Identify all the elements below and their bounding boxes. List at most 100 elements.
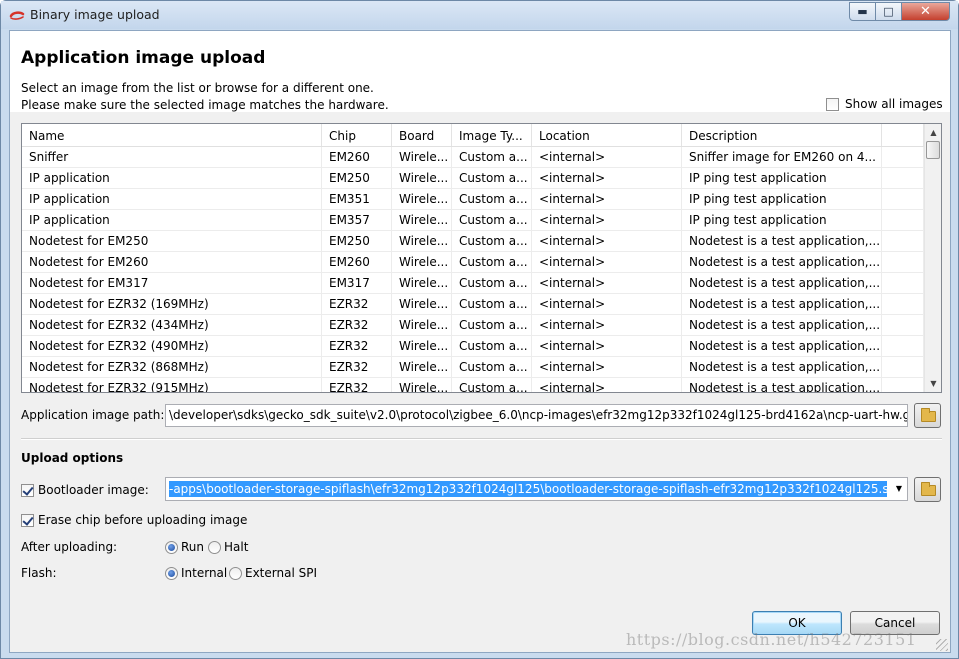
cell-location: <internal> xyxy=(532,315,682,335)
run-radio-button[interactable] xyxy=(165,540,178,554)
cell-description: Sniffer image for EM260 on 4... xyxy=(682,147,882,167)
cell-description: Nodetest is a test application,... xyxy=(682,315,882,335)
column-header-board[interactable]: Board xyxy=(392,124,452,146)
image-table[interactable]: Name Chip Board Image Ty... Location Des… xyxy=(21,123,942,393)
cell-description: Nodetest is a test application,... xyxy=(682,252,882,272)
title-bar[interactable]: Binary image upload ▬ □ ✕ xyxy=(1,1,958,29)
dialog-body: Application image upload Select an image… xyxy=(9,30,951,653)
erase-chip-checkbox[interactable]: Erase chip before uploading image xyxy=(21,513,247,527)
maximize-icon: □ xyxy=(883,5,894,18)
bootloader-image-value[interactable]: -apps\bootloader-storage-spiflash\efr32m… xyxy=(169,481,887,497)
erase-chip-label: Erase chip before uploading image xyxy=(38,513,248,527)
cell-filler xyxy=(882,294,924,314)
cell-location: <internal> xyxy=(532,189,682,209)
scroll-down-arrow-icon[interactable]: ▼ xyxy=(925,375,941,392)
halt-radio[interactable]: Halt xyxy=(208,540,248,554)
cell-image-type: Custom a... xyxy=(452,189,532,209)
table-header: Name Chip Board Image Ty... Location Des… xyxy=(22,124,924,147)
after-uploading-label: After uploading: xyxy=(21,540,118,554)
bootloader-image-combo[interactable]: -apps\bootloader-storage-spiflash\efr32m… xyxy=(165,477,908,501)
column-header-chip[interactable]: Chip xyxy=(322,124,392,146)
scroll-thumb[interactable] xyxy=(926,141,940,159)
table-row[interactable]: IP application EM250 Wirele... Custom a... <… xyxy=(22,168,924,189)
section-divider xyxy=(21,438,942,440)
cell-name: Nodetest for EZR32 (915MHz) xyxy=(22,378,322,392)
cell-filler xyxy=(882,357,924,377)
cell-description: Nodetest is a test application,... xyxy=(682,273,882,293)
resize-grip-icon[interactable] xyxy=(936,639,948,651)
internal-radio-button[interactable] xyxy=(165,566,178,580)
cell-board: Wirele... xyxy=(392,294,452,314)
cell-image-type: Custom a... xyxy=(452,315,532,335)
external-spi-radio-button[interactable] xyxy=(229,566,242,580)
table-row[interactable]: Nodetest for EM250 EM250 Wirele... Custom a… xyxy=(22,231,924,252)
internal-flash-radio[interactable]: Internal xyxy=(165,566,227,580)
cell-description: IP ping test application xyxy=(682,189,882,209)
cell-filler xyxy=(882,189,924,209)
window-title: Binary image upload xyxy=(30,7,160,22)
erase-chip-checkbox-box[interactable] xyxy=(21,513,34,527)
cell-location: <internal> xyxy=(532,252,682,272)
cell-description: Nodetest is a test application,... xyxy=(682,357,882,377)
close-button[interactable]: ✕ xyxy=(901,2,950,21)
minimize-button[interactable]: ▬ xyxy=(849,2,876,21)
column-header-image-type[interactable]: Image Ty... xyxy=(452,124,532,146)
table-row[interactable]: Nodetest for EZR32 (915MHz) EZR32 Wirele..… xyxy=(22,378,924,392)
cell-board: Wirele... xyxy=(392,336,452,356)
cell-image-type: Custom a... xyxy=(452,357,532,377)
table-row[interactable]: Sniffer EM260 Wirele... Custom a... <interna… xyxy=(22,147,924,168)
cell-location: <internal> xyxy=(532,273,682,293)
cell-chip: EM250 xyxy=(322,231,392,251)
application-image-path-input[interactable]: \developer\sdks\gecko_sdk_suite\v2.0\pro… xyxy=(165,404,908,427)
cell-image-type: Custom a... xyxy=(452,378,532,392)
cell-location: <internal> xyxy=(532,147,682,167)
column-header-name[interactable]: Name xyxy=(22,124,322,146)
table-row[interactable]: IP application EM357 Wirele... Custom a... <… xyxy=(22,210,924,231)
cell-location: <internal> xyxy=(532,231,682,251)
show-all-checkbox-box[interactable] xyxy=(826,97,839,111)
description-line-1: Select an image from the list or browse … xyxy=(21,81,374,95)
cell-location: <internal> xyxy=(532,294,682,314)
cell-chip: EM260 xyxy=(322,252,392,272)
maximize-button[interactable]: □ xyxy=(875,2,902,21)
cell-chip: EZR32 xyxy=(322,336,392,356)
chevron-down-icon[interactable]: ▼ xyxy=(891,480,907,498)
cell-description: IP ping test application xyxy=(682,168,882,188)
cell-name: Nodetest for EZR32 (169MHz) xyxy=(22,294,322,314)
table-row[interactable]: Nodetest for EZR32 (868MHz) EZR32 Wirele..… xyxy=(22,357,924,378)
external-spi-radio[interactable]: External SPI xyxy=(229,566,317,580)
cell-image-type: Custom a... xyxy=(452,294,532,314)
scroll-up-arrow-icon[interactable]: ▲ xyxy=(925,124,941,141)
bootloader-image-checkbox[interactable]: Bootloader image: xyxy=(21,483,149,497)
halt-radio-button[interactable] xyxy=(208,540,221,554)
upload-options-heading: Upload options xyxy=(21,451,124,465)
table-body: Sniffer EM260 Wirele... Custom a... <interna… xyxy=(22,147,924,392)
table-row[interactable]: Nodetest for EM260 EM260 Wirele... Custom a… xyxy=(22,252,924,273)
table-row[interactable]: Nodetest for EZR32 (490MHz) EZR32 Wirele..… xyxy=(22,336,924,357)
table-row[interactable]: IP application EM351 Wirele... Custom a... <… xyxy=(22,189,924,210)
cell-name: Sniffer xyxy=(22,147,322,167)
table-row[interactable]: Nodetest for EZR32 (434MHz) EZR32 Wirele..… xyxy=(22,315,924,336)
cell-filler xyxy=(882,231,924,251)
column-header-location[interactable]: Location xyxy=(532,124,682,146)
browse-bootloader-image-button[interactable] xyxy=(914,477,941,502)
table-row[interactable]: Nodetest for EZR32 (169MHz) EZR32 Wirele..… xyxy=(22,294,924,315)
internal-label: Internal xyxy=(181,566,228,580)
show-all-images-checkbox[interactable]: Show all images xyxy=(826,97,943,111)
minimize-icon: ▬ xyxy=(857,5,868,18)
column-header-description[interactable]: Description xyxy=(682,124,882,146)
table-row[interactable]: Nodetest for EM317 EM317 Wirele... Custom a… xyxy=(22,273,924,294)
cell-chip: EM351 xyxy=(322,189,392,209)
run-radio[interactable]: Run xyxy=(165,540,204,554)
cell-description: Nodetest is a test application,... xyxy=(682,336,882,356)
show-all-label: Show all images xyxy=(845,97,943,111)
table-scrollbar[interactable]: ▲ ▼ xyxy=(924,124,941,392)
cell-filler xyxy=(882,378,924,392)
browse-application-image-button[interactable] xyxy=(914,403,941,428)
run-label: Run xyxy=(181,540,205,554)
cell-description: Nodetest is a test application,... xyxy=(682,294,882,314)
bootloader-checkbox-box[interactable] xyxy=(21,483,34,497)
description-line-2: Please make sure the selected image matc… xyxy=(21,98,389,112)
cell-name: IP application xyxy=(22,168,322,188)
cell-location: <internal> xyxy=(532,357,682,377)
